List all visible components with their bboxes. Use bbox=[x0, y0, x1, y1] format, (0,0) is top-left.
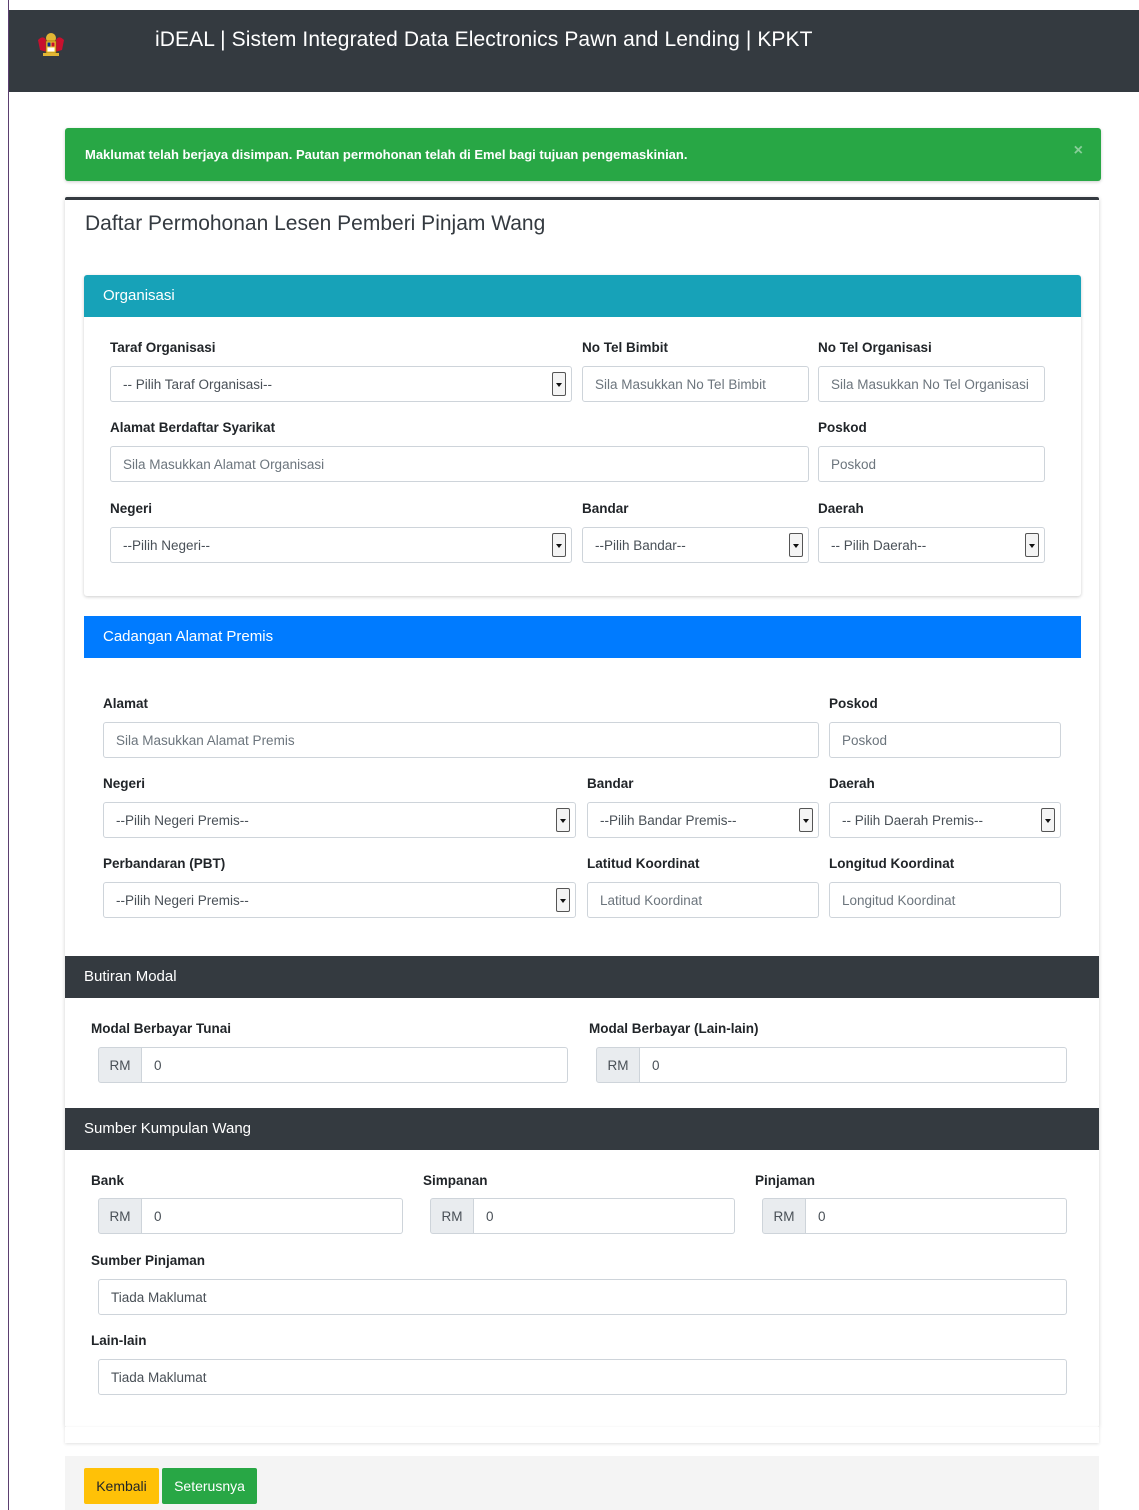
modal-tunai-currency: RM bbox=[98, 1047, 142, 1083]
chevron-down-icon bbox=[1025, 533, 1039, 557]
daerah-organisasi-select[interactable]: -- Pilih Daerah-- bbox=[818, 527, 1045, 563]
modal-lain-currency: RM bbox=[596, 1047, 640, 1083]
negeri-organisasi-value: --Pilih Negeri-- bbox=[123, 538, 211, 553]
bandar-organisasi-value: --Pilih Bandar-- bbox=[595, 538, 686, 553]
chevron-down-icon bbox=[552, 533, 566, 557]
daerah-premis-label: Daerah bbox=[829, 776, 875, 791]
daerah-premis-select[interactable]: -- Pilih Daerah Premis-- bbox=[829, 802, 1061, 838]
lain-lain-label: Lain-lain bbox=[91, 1333, 147, 1348]
taraf-organisasi-select[interactable]: -- Pilih Taraf Organisasi-- bbox=[110, 366, 572, 402]
app-title: iDEAL | Sistem Integrated Data Electroni… bbox=[155, 28, 813, 51]
latitud-label: Latitud Koordinat bbox=[587, 856, 700, 871]
alamat-premis-input[interactable]: Sila Masukkan Alamat Premis bbox=[103, 722, 819, 758]
pbt-label: Perbandaran (PBT) bbox=[103, 856, 226, 871]
tel-bimbit-placeholder: Sila Masukkan No Tel Bimbit bbox=[595, 377, 766, 392]
simpanan-currency: RM bbox=[430, 1198, 474, 1234]
simpanan-input[interactable]: 0 bbox=[474, 1198, 735, 1234]
modal-lain-label: Modal Berbayar (Lain-lain) bbox=[589, 1021, 759, 1036]
bank-currency: RM bbox=[98, 1198, 142, 1234]
lain-lain-input[interactable]: Tiada Maklumat bbox=[98, 1359, 1067, 1395]
next-button[interactable]: Seterusnya bbox=[162, 1468, 257, 1504]
tel-organisasi-placeholder: Sila Masukkan No Tel Organisasi bbox=[831, 377, 1029, 392]
premis-heading: Cadangan Alamat Premis bbox=[84, 616, 1081, 658]
poskod-organisasi-input[interactable]: Poskod bbox=[818, 446, 1045, 482]
bandar-organisasi-label: Bandar bbox=[582, 501, 629, 516]
chevron-down-icon bbox=[1041, 808, 1055, 832]
alamat-premis-placeholder: Sila Masukkan Alamat Premis bbox=[116, 733, 295, 748]
chevron-down-icon bbox=[556, 808, 570, 832]
sumber-heading: Sumber Kumpulan Wang bbox=[65, 1108, 1099, 1150]
poskod-premis-label: Poskod bbox=[829, 696, 878, 711]
bandar-premis-value: --Pilih Bandar Premis-- bbox=[600, 813, 737, 828]
daerah-organisasi-value: -- Pilih Daerah-- bbox=[831, 538, 927, 553]
modal-lain-input[interactable]: 0 bbox=[640, 1047, 1067, 1083]
taraf-organisasi-value: -- Pilih Taraf Organisasi-- bbox=[123, 377, 273, 392]
window-left-edge bbox=[0, 0, 9, 1510]
simpanan-label: Simpanan bbox=[423, 1173, 488, 1188]
modal-heading: Butiran Modal bbox=[65, 956, 1099, 998]
coat-of-arms-icon bbox=[38, 33, 64, 56]
negeri-premis-label: Negeri bbox=[103, 776, 146, 791]
longitud-input[interactable]: Longitud Koordinat bbox=[829, 882, 1061, 918]
negeri-premis-value: --Pilih Negeri Premis-- bbox=[116, 813, 249, 828]
taraf-organisasi-label: Taraf Organisasi bbox=[110, 340, 216, 355]
pinjaman-currency: RM bbox=[762, 1198, 806, 1234]
poskod-organisasi-placeholder: Poskod bbox=[831, 457, 877, 472]
close-icon[interactable]: × bbox=[1074, 142, 1083, 160]
modal-tunai-input[interactable]: 0 bbox=[142, 1047, 568, 1083]
bandar-premis-select[interactable]: --Pilih Bandar Premis-- bbox=[587, 802, 819, 838]
back-button[interactable]: Kembali bbox=[84, 1468, 159, 1504]
organisasi-heading: Organisasi bbox=[84, 275, 1081, 317]
longitud-label: Longitud Koordinat bbox=[829, 856, 955, 871]
bank-input[interactable]: 0 bbox=[142, 1198, 403, 1234]
alamat-syarikat-label: Alamat Berdaftar Syarikat bbox=[110, 420, 276, 435]
tel-bimbit-input[interactable]: Sila Masukkan No Tel Bimbit bbox=[582, 366, 809, 402]
longitud-placeholder: Longitud Koordinat bbox=[842, 893, 956, 908]
pinjaman-label: Pinjaman bbox=[755, 1173, 816, 1188]
chevron-down-icon bbox=[789, 533, 803, 557]
chevron-down-icon bbox=[556, 888, 570, 912]
page-title: Daftar Permohonan Lesen Pemberi Pinjam W… bbox=[85, 212, 546, 235]
daerah-premis-value: -- Pilih Daerah Premis-- bbox=[842, 813, 984, 828]
alamat-premis-label: Alamat bbox=[103, 696, 149, 711]
poskod-organisasi-label: Poskod bbox=[818, 420, 867, 435]
chevron-down-icon bbox=[799, 808, 813, 832]
sumber-pinjaman-label: Sumber Pinjaman bbox=[91, 1253, 206, 1268]
top-navbar: iDEAL | Sistem Integrated Data Electroni… bbox=[9, 10, 1139, 92]
poskod-premis-input[interactable]: Poskod bbox=[829, 722, 1061, 758]
negeri-organisasi-select[interactable]: --Pilih Negeri-- bbox=[110, 527, 572, 563]
tel-organisasi-input[interactable]: Sila Masukkan No Tel Organisasi bbox=[818, 366, 1045, 402]
latitud-input[interactable]: Latitud Koordinat bbox=[587, 882, 819, 918]
success-alert: Maklumat telah berjaya disimpan. Pautan … bbox=[65, 128, 1101, 181]
card-footer-strip bbox=[65, 1427, 1099, 1443]
chevron-down-icon bbox=[552, 372, 566, 396]
alamat-syarikat-input[interactable]: Sila Masukkan Alamat Organisasi bbox=[110, 446, 809, 482]
bank-label: Bank bbox=[91, 1173, 125, 1188]
tel-organisasi-label: No Tel Organisasi bbox=[818, 340, 932, 355]
daerah-organisasi-label: Daerah bbox=[818, 501, 864, 516]
negeri-premis-select[interactable]: --Pilih Negeri Premis-- bbox=[103, 802, 576, 838]
sumber-pinjaman-input[interactable]: Tiada Maklumat bbox=[98, 1279, 1067, 1315]
pbt-select[interactable]: --Pilih Negeri Premis-- bbox=[103, 882, 576, 918]
pbt-value: --Pilih Negeri Premis-- bbox=[116, 893, 249, 908]
latitud-placeholder: Latitud Koordinat bbox=[600, 893, 703, 908]
negeri-organisasi-label: Negeri bbox=[110, 501, 153, 516]
modal-tunai-label: Modal Berbayar Tunai bbox=[91, 1021, 232, 1036]
poskod-premis-placeholder: Poskod bbox=[842, 733, 888, 748]
alamat-syarikat-placeholder: Sila Masukkan Alamat Organisasi bbox=[123, 457, 325, 472]
tel-bimbit-label: No Tel Bimbit bbox=[582, 340, 668, 355]
bandar-premis-label: Bandar bbox=[587, 776, 634, 791]
bandar-organisasi-select[interactable]: --Pilih Bandar-- bbox=[582, 527, 809, 563]
pinjaman-input[interactable]: 0 bbox=[806, 1198, 1067, 1234]
alert-message: Maklumat telah berjaya disimpan. Pautan … bbox=[85, 147, 688, 162]
